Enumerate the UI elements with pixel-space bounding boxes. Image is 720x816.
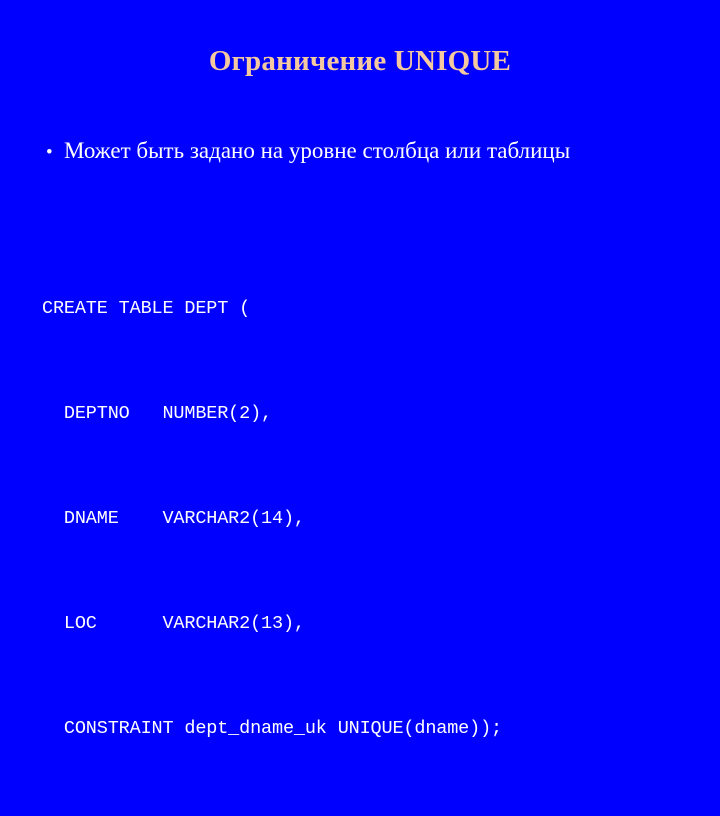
- list-item: • Может быть задано на уровне столбца ил…: [46, 136, 706, 168]
- sql-code-block: CREATE TABLE DEPT ( DEPTNO NUMBER(2), DN…: [42, 221, 692, 816]
- bullet-point-icon: •: [46, 142, 53, 163]
- code-line: LOC VARCHAR2(13),: [42, 613, 305, 634]
- slide-canvas: Ограничение UNIQUE • Может быть задано н…: [0, 0, 720, 739]
- code-line: DEPTNO NUMBER(2),: [42, 403, 272, 424]
- code-line: CREATE TABLE DEPT (: [42, 298, 251, 319]
- bullet-item-label: Может быть задано на уровне столбца или …: [64, 138, 571, 163]
- page-title: Ограничение UNIQUE: [208, 45, 512, 77]
- code-line: CONSTRAINT dept_dname_uk UNIQUE(dname));: [42, 718, 502, 739]
- code-line: DNAME VARCHAR2(14),: [42, 508, 305, 529]
- bullet-list: • Может быть задано на уровне столбца ил…: [46, 136, 706, 168]
